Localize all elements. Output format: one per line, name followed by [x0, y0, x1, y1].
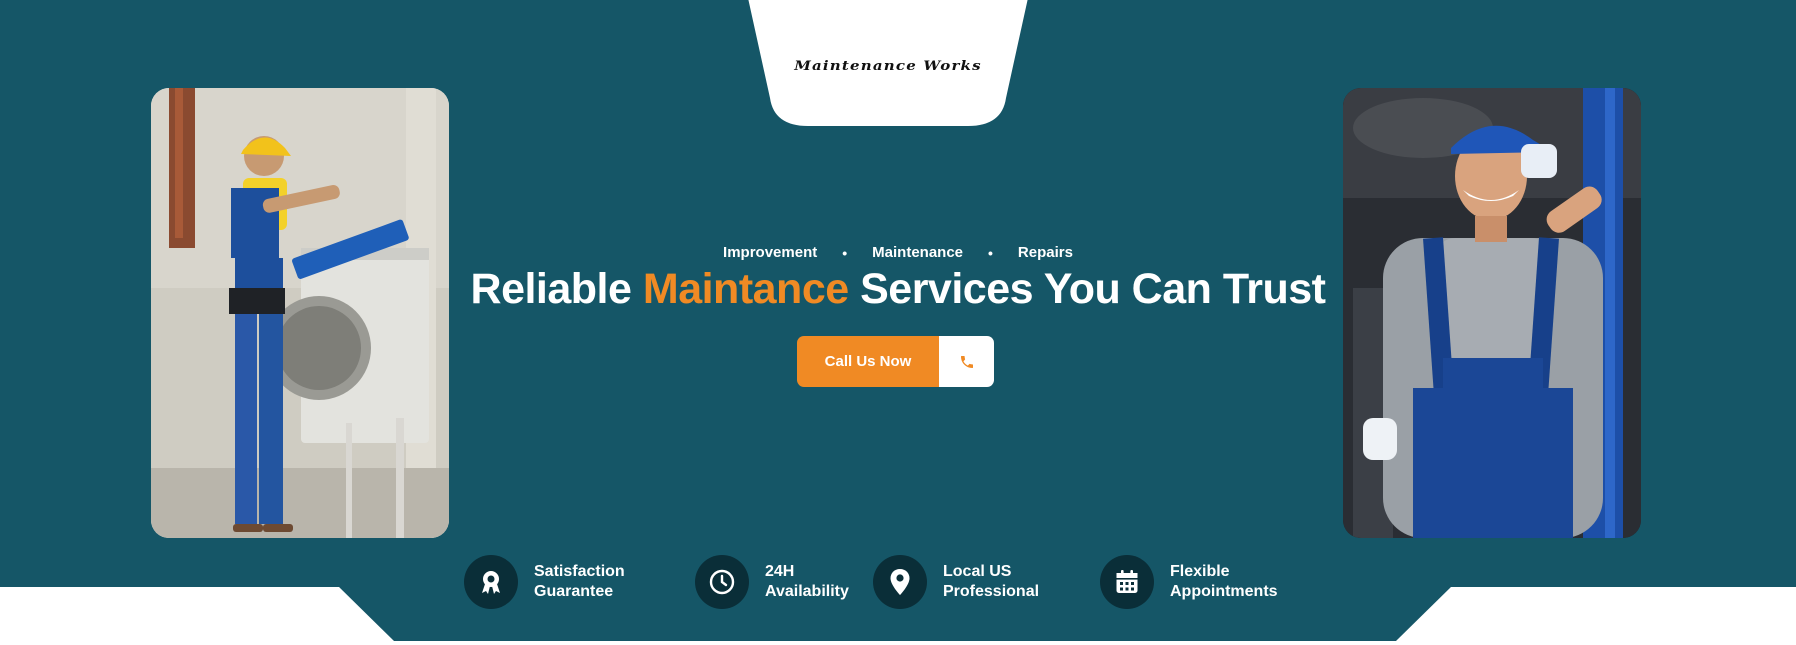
feature-line2: Availability	[765, 583, 849, 600]
tagline-separator: •	[842, 244, 848, 261]
feature-satisfaction-guarantee: Satisfaction Guarantee	[464, 555, 625, 609]
location-pin-icon	[873, 555, 927, 609]
feature-line1: Satisfaction	[534, 563, 625, 580]
feature-line1: Local US	[943, 563, 1012, 580]
calendar-icon	[1100, 555, 1154, 609]
feature-24h-availability: 24H Availability	[695, 555, 849, 609]
feature-line1: 24H	[765, 563, 795, 580]
tagline-separator: •	[988, 244, 993, 261]
feature-line2: Appointments	[1170, 583, 1278, 600]
headline-accent: Maintance	[642, 265, 849, 313]
tagline-repairs: Repairs	[1017, 244, 1073, 261]
award-ribbon-icon	[464, 555, 518, 609]
service-tagline: Improvement • Maintenance • Repairs	[0, 244, 1796, 261]
phone-icon[interactable]	[939, 336, 994, 387]
feature-line1: Flexible	[1170, 563, 1230, 580]
tagline-improvement: Improvement	[723, 244, 818, 261]
page-headline: Reliable Maintance Services You Can Trus…	[0, 265, 1796, 314]
headline-part-2: Services You Can Trust	[848, 265, 1326, 313]
headline-part-1: Reliable	[470, 265, 643, 313]
feature-line2: Guarantee	[534, 583, 614, 600]
feature-local-us-professional: Local US Professional	[873, 555, 1039, 609]
call-us-now-button[interactable]: Call Us Now	[797, 336, 994, 387]
clock-icon	[695, 555, 749, 609]
call-us-now-label[interactable]: Call Us Now	[797, 336, 939, 387]
feature-line2: Professional	[943, 583, 1040, 600]
tagline-maintenance: Maintenance	[872, 244, 964, 261]
logo-text: Maintenance Works	[794, 58, 982, 74]
logo-badge[interactable]: Maintenance Works	[748, 0, 1028, 128]
feature-flexible-appointments: Flexible Appointments	[1100, 555, 1278, 609]
